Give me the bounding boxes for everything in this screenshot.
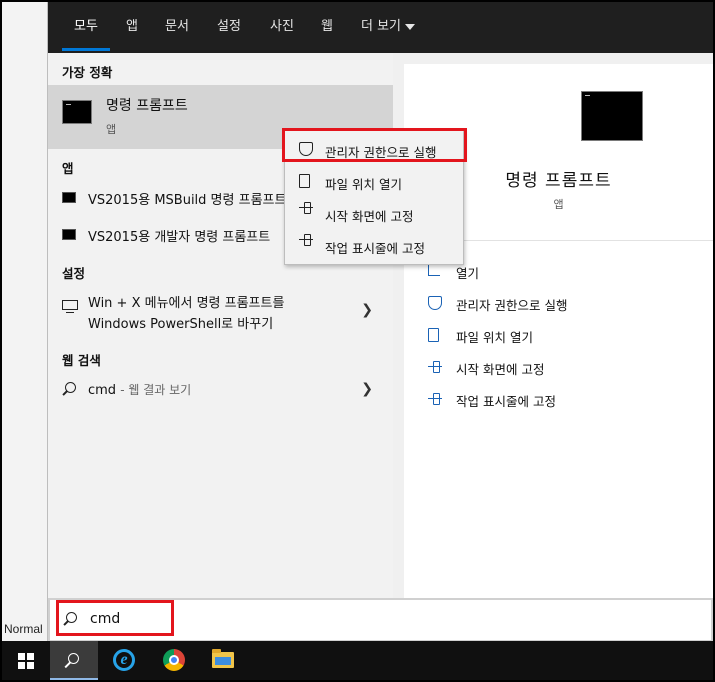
list-item-web-search[interactable]: cmd - 웹 결과 보기 ❯ (48, 375, 393, 405)
command-prompt-large-icon (581, 91, 643, 141)
context-item-run-as-admin[interactable]: 관리자 권한으로 실행 (285, 134, 463, 164)
internet-explorer-icon: e (113, 649, 135, 671)
folder-icon (299, 174, 310, 188)
best-match-title: 명령 프롬프트 (106, 98, 188, 114)
folder-icon (428, 328, 439, 342)
tab-settings[interactable]: 설정 (217, 15, 241, 34)
start-menu: 모두 앱 문서 설정 사진 웹 더 보기 가장 정확 명령 프롬프트 앱 앱 V… (48, 2, 713, 642)
section-web-search: 웹 검색 (62, 353, 101, 368)
taskbar-internet-explorer[interactable]: e (100, 641, 148, 680)
start-button[interactable] (2, 641, 50, 680)
command-prompt-icon (62, 192, 76, 203)
section-best-match: 가장 정확 (62, 65, 113, 80)
section-settings: 설정 (62, 266, 86, 281)
list-item-setting[interactable]: Win + X 메뉴에서 명령 프롬프트를 Windows PowerShell… (48, 291, 393, 339)
tab-documents[interactable]: 문서 (165, 15, 189, 34)
shield-icon (299, 142, 313, 156)
web-hint: - 웹 결과 보기 (120, 383, 192, 397)
pin-icon (428, 393, 442, 405)
action-label: 작업 표시줄에 고정 (456, 394, 556, 409)
search-input[interactable]: cmd (90, 611, 120, 627)
setting-label-line2: Windows PowerShell로 바꾸기 (88, 317, 274, 332)
windows-logo-icon (18, 653, 34, 669)
search-box[interactable]: cmd (48, 598, 713, 642)
chevron-right-icon: ❯ (361, 381, 373, 397)
filter-tabs: 모두 앱 문서 설정 사진 웹 더 보기 (48, 2, 713, 53)
search-icon (66, 612, 77, 623)
app-label: VS2015용 개발자 명령 프롬프트 (88, 230, 271, 245)
pin-icon (299, 202, 313, 214)
taskbar-chrome[interactable] (150, 641, 198, 680)
search-icon (65, 382, 76, 393)
chevron-down-icon (405, 23, 416, 30)
command-prompt-icon (62, 100, 92, 124)
pin-icon (299, 234, 313, 246)
web-search-label: cmd - 웹 결과 보기 (88, 381, 191, 398)
tab-all[interactable]: 모두 (74, 15, 98, 34)
taskbar: e (2, 641, 713, 680)
context-item-open-file-location[interactable]: 파일 위치 열기 (285, 166, 463, 196)
taskbar-file-explorer[interactable] (200, 641, 248, 680)
context-item-pin-to-taskbar[interactable]: 작업 표시줄에 고정 (285, 230, 463, 260)
open-icon (428, 264, 440, 276)
active-tab-indicator (62, 48, 110, 51)
setting-label-line1: Win + X 메뉴에서 명령 프롬프트를 (88, 296, 285, 311)
context-item-label: 파일 위치 열기 (325, 177, 402, 192)
action-label: 관리자 권한으로 실행 (456, 298, 568, 313)
search-icon (68, 653, 79, 664)
tab-more-label: 더 보기 (361, 19, 402, 34)
chevron-right-icon: ❯ (361, 302, 373, 318)
best-match-subtitle: 앱 (106, 123, 117, 136)
tab-photos[interactable]: 사진 (270, 15, 294, 34)
context-item-label: 시작 화면에 고정 (325, 209, 414, 224)
section-apps: 앱 (62, 161, 74, 176)
file-explorer-icon (212, 649, 234, 668)
shield-icon (428, 296, 442, 310)
monitor-icon (62, 300, 78, 313)
tab-apps[interactable]: 앱 (126, 15, 138, 34)
context-menu: 관리자 권한으로 실행 파일 위치 열기 시작 화면에 고정 작업 표시줄에 고… (284, 130, 464, 265)
action-label: 파일 위치 열기 (456, 330, 533, 345)
action-label: 열기 (456, 266, 480, 281)
tab-web[interactable]: 웹 (321, 15, 333, 34)
context-item-label: 관리자 권한으로 실행 (325, 145, 437, 160)
action-label: 시작 화면에 고정 (456, 362, 545, 377)
command-prompt-icon (62, 229, 76, 240)
context-item-pin-to-start[interactable]: 시작 화면에 고정 (285, 198, 463, 228)
tab-more[interactable]: 더 보기 (361, 15, 416, 34)
context-item-label: 작업 표시줄에 고정 (325, 241, 425, 256)
status-text: Normal (4, 622, 43, 636)
setting-label: Win + X 메뉴에서 명령 프롬프트를 Windows PowerShell… (88, 293, 284, 335)
background-document: Normal (2, 2, 48, 642)
app-label: VS2015용 MSBuild 명령 프롬프트 (88, 193, 287, 208)
taskbar-search-button[interactable] (50, 641, 98, 680)
pin-icon (428, 361, 442, 373)
chrome-icon (163, 649, 185, 671)
web-query: cmd (88, 383, 117, 398)
